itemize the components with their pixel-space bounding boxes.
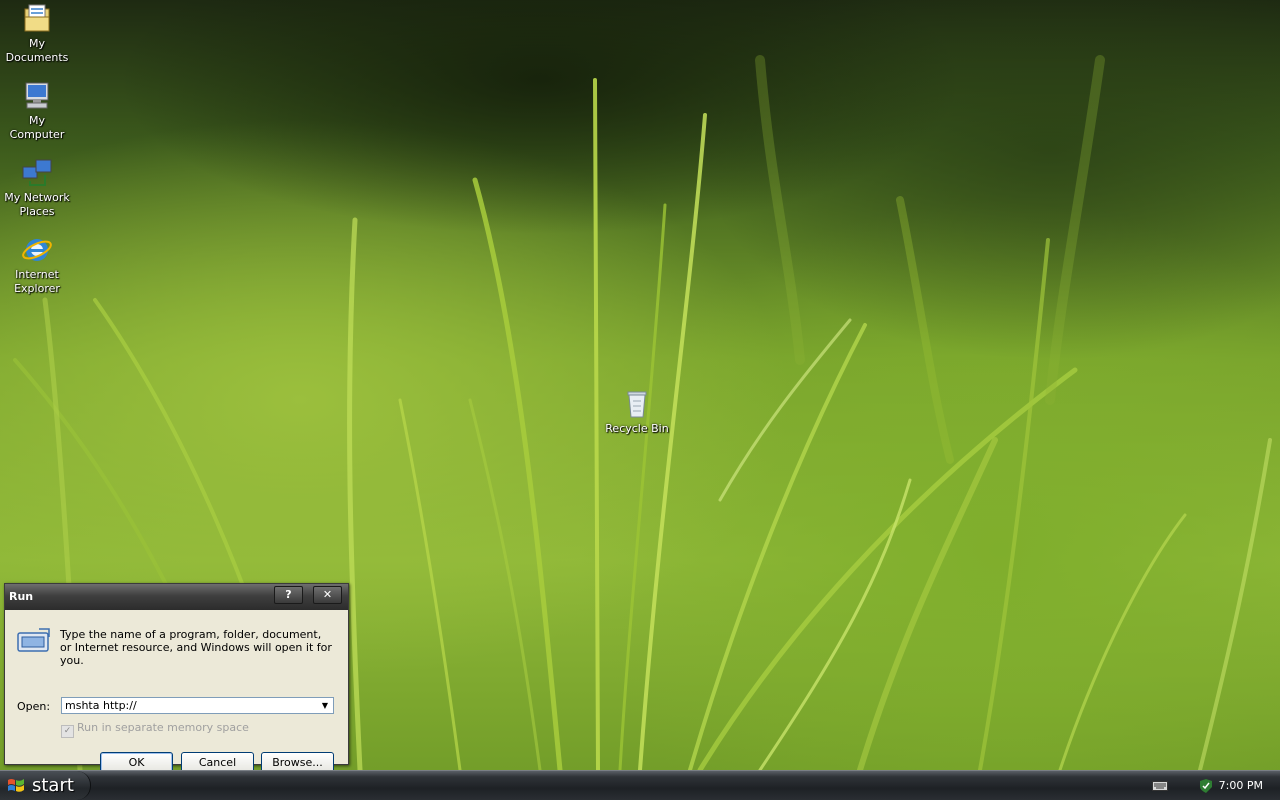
separate-memory-checkbox-row[interactable]: ✓ Run in separate memory space bbox=[61, 721, 249, 738]
desktop-icon-my-computer[interactable]: My Computer bbox=[0, 80, 74, 142]
run-dialog: Run ? ✕ Type the name of a program, fold… bbox=[4, 583, 349, 773]
separate-memory-checkbox[interactable]: ✓ bbox=[61, 725, 74, 738]
my-computer-icon bbox=[25, 82, 49, 109]
system-tray: 7:00 PM bbox=[1140, 771, 1280, 800]
close-button[interactable]: ✕ bbox=[313, 586, 342, 604]
windows-flag-icon bbox=[8, 779, 24, 792]
dropdown-arrow-icon[interactable]: ▼ bbox=[317, 698, 333, 713]
open-combobox[interactable]: mshta http:// ▼ bbox=[61, 697, 334, 714]
desktop-icon-my-documents[interactable]: My Documents bbox=[0, 3, 74, 65]
recycle-bin-icon bbox=[627, 391, 647, 418]
my-documents-icon bbox=[24, 4, 50, 32]
run-description: Type the name of a program, folder, docu… bbox=[60, 628, 332, 667]
keyboard-icon[interactable] bbox=[1152, 780, 1168, 792]
run-dialog-title-bar[interactable]: Run ? ✕ bbox=[5, 584, 348, 610]
desktop-icon-internet-explorer[interactable]: Internet Explorer bbox=[0, 234, 74, 296]
start-button[interactable]: start bbox=[0, 771, 91, 800]
desktop-icon-recycle-bin[interactable]: Recycle Bin bbox=[600, 388, 674, 436]
open-input-value[interactable]: mshta http:// bbox=[65, 699, 137, 712]
desktop-icon-label: My Computer bbox=[9, 114, 65, 141]
internet-explorer-icon bbox=[22, 239, 52, 261]
network-places-icon bbox=[22, 159, 52, 186]
desktop-icon-my-network-places[interactable]: My Network Places bbox=[0, 157, 74, 219]
desktop-icon-label: Recycle Bin bbox=[605, 422, 669, 435]
desktop-icon-label: Internet Explorer bbox=[14, 268, 60, 295]
open-label: Open: bbox=[17, 700, 51, 713]
desktop-icon-label: My Documents bbox=[5, 37, 69, 64]
separate-memory-label: Run in separate memory space bbox=[77, 721, 249, 734]
desktop-icon-label: My Network Places bbox=[4, 191, 70, 218]
clock[interactable]: 7:00 PM bbox=[1219, 779, 1263, 792]
help-button[interactable]: ? bbox=[274, 586, 303, 604]
start-label: start bbox=[32, 775, 74, 796]
security-shield-icon[interactable] bbox=[1198, 778, 1214, 794]
run-icon bbox=[17, 628, 50, 652]
run-dialog-title: Run bbox=[9, 590, 34, 603]
taskbar: start 7:00 PM bbox=[0, 770, 1280, 800]
